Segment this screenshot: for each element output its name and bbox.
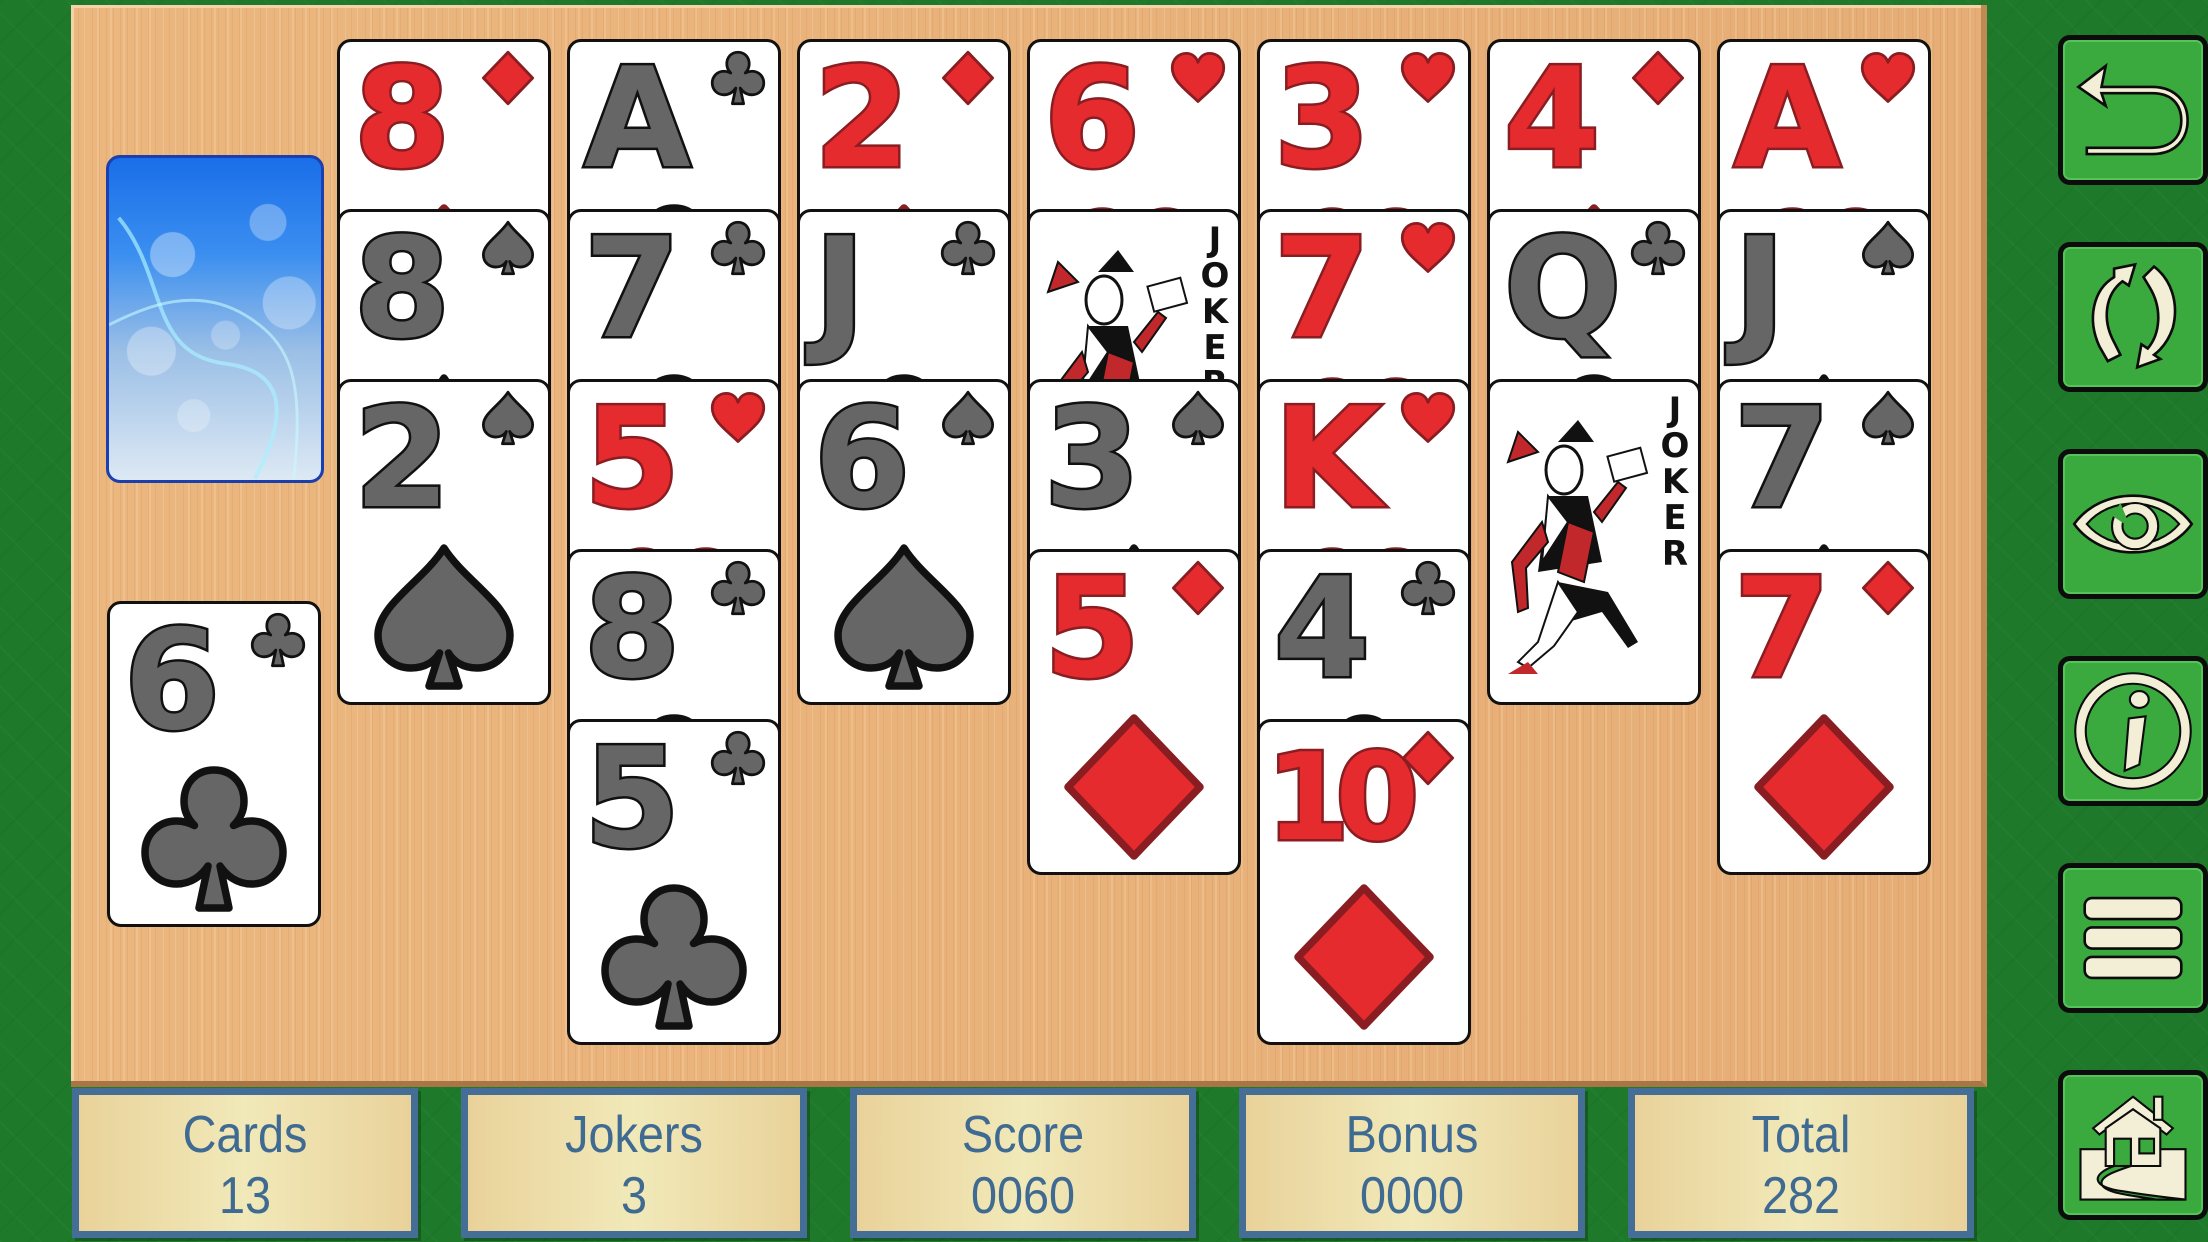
card-rank: 7 <box>581 209 682 369</box>
stat-bonus: Bonus 0000 <box>1239 1088 1585 1238</box>
card-rank: J <box>811 209 867 369</box>
menu-button[interactable] <box>2058 863 2208 1013</box>
restart-button[interactable] <box>2058 242 2208 392</box>
spade-pip-icon <box>834 544 974 690</box>
stat-total: Total 282 <box>1628 1088 1974 1238</box>
stat-score: Score 0060 <box>850 1088 1196 1238</box>
stat-value: 0060 <box>970 1167 1076 1225</box>
card-rank: 6 <box>1041 39 1142 199</box>
info-button[interactable] <box>2058 656 2208 806</box>
waste-card[interactable]: 6 <box>107 601 321 927</box>
tableau-card-col6-row3[interactable]: JOKER <box>1487 379 1701 705</box>
heart-icon <box>1400 221 1456 273</box>
card-rank: 4 <box>1271 549 1372 709</box>
diamond-icon <box>1171 560 1225 616</box>
diamond-icon <box>1861 560 1915 616</box>
card-rank: 2 <box>811 39 912 199</box>
tableau-card-col2-row5[interactable]: 5 <box>567 719 781 1045</box>
stat-label: Bonus <box>1345 1106 1479 1164</box>
stat-label: Score <box>961 1106 1085 1164</box>
card-rank: J <box>1731 209 1787 369</box>
card-rank: 10 <box>1264 727 1422 871</box>
spade-icon <box>941 390 995 446</box>
spade-icon <box>1861 220 1915 276</box>
card-rank: 7 <box>1731 549 1832 709</box>
diamond-pip-icon <box>1064 714 1204 860</box>
heart-icon <box>1170 51 1226 103</box>
eye-icon <box>2072 494 2194 554</box>
card-back-pattern <box>109 216 299 480</box>
club-icon <box>1630 220 1686 276</box>
tableau-card-col3-row3[interactable]: 6 <box>797 379 1011 705</box>
card-rank: 8 <box>351 39 452 199</box>
diamond-icon <box>1631 50 1685 106</box>
info-icon <box>2074 672 2192 790</box>
joker-label: JOKER <box>1200 220 1230 402</box>
card-rank: 5 <box>1041 549 1142 709</box>
diamond-pip-icon <box>1294 884 1434 1030</box>
club-icon <box>1400 560 1456 616</box>
card-rank: A <box>1732 39 1844 199</box>
card-rank: 7 <box>1731 379 1832 539</box>
undo-arrow-icon <box>2076 62 2189 156</box>
stock-pile[interactable] <box>106 155 324 483</box>
club-icon <box>710 220 766 276</box>
diamond-icon <box>941 50 995 106</box>
card-rank: 2 <box>351 379 452 539</box>
stat-label: Total <box>1751 1106 1851 1164</box>
heart-icon <box>1400 51 1456 103</box>
tableau-card-col4-row4[interactable]: 5 <box>1027 549 1241 875</box>
club-pip-icon <box>601 884 747 1030</box>
stat-label: Cards <box>182 1106 308 1164</box>
club-icon <box>710 730 766 786</box>
card-rank: A <box>582 39 694 199</box>
refresh-icon <box>2091 262 2177 370</box>
home-icon <box>2079 1095 2187 1201</box>
diamond-icon <box>1401 730 1455 786</box>
card-rank: 3 <box>1041 379 1142 539</box>
diamond-icon <box>481 50 535 106</box>
card-rank: K <box>1272 379 1384 539</box>
joker-label: JOKER <box>1660 390 1690 574</box>
tableau-card-col7-row4[interactable]: 7 <box>1717 549 1931 875</box>
card-rank: 8 <box>581 549 682 709</box>
heart-icon <box>710 391 766 443</box>
spade-icon <box>481 390 535 446</box>
card-rank: 6 <box>121 601 222 761</box>
club-icon <box>250 612 306 668</box>
stat-value: 282 <box>1761 1167 1841 1225</box>
stat-value: 3 <box>620 1167 648 1225</box>
heart-icon <box>1400 391 1456 443</box>
stat-jokers: Jokers 3 <box>461 1088 807 1238</box>
club-icon <box>710 50 766 106</box>
club-icon <box>710 560 766 616</box>
tableau-card-col1-row3[interactable]: 2 <box>337 379 551 705</box>
spade-icon <box>481 220 535 276</box>
card-rank: 7 <box>1271 209 1372 369</box>
card-rank: Q <box>1501 209 1623 369</box>
undo-button[interactable] <box>2058 35 2208 185</box>
spade-pip-icon <box>374 544 514 690</box>
home-button[interactable] <box>2058 1070 2208 1220</box>
stat-cards: Cards 13 <box>72 1088 418 1238</box>
spade-icon <box>1861 390 1915 446</box>
heart-icon <box>1860 51 1916 103</box>
stat-value: 13 <box>218 1167 272 1225</box>
joker-illustration <box>1506 420 1649 674</box>
hint-button[interactable] <box>2058 449 2208 599</box>
hamburger-menu-icon <box>2083 896 2183 980</box>
card-rank: 8 <box>351 209 452 369</box>
card-rank: 5 <box>581 719 682 879</box>
spade-icon <box>1171 390 1225 446</box>
card-rank: 6 <box>811 379 912 539</box>
club-icon <box>940 220 996 276</box>
card-rank: 3 <box>1271 39 1372 199</box>
club-pip-icon <box>141 766 287 912</box>
stat-value: 0000 <box>1359 1167 1465 1225</box>
tableau-card-col5-row5[interactable]: 10 <box>1257 719 1471 1045</box>
card-rank: 4 <box>1501 39 1602 199</box>
stat-label: Jokers <box>565 1106 703 1164</box>
card-rank: 5 <box>581 379 682 539</box>
diamond-pip-icon <box>1754 714 1894 860</box>
